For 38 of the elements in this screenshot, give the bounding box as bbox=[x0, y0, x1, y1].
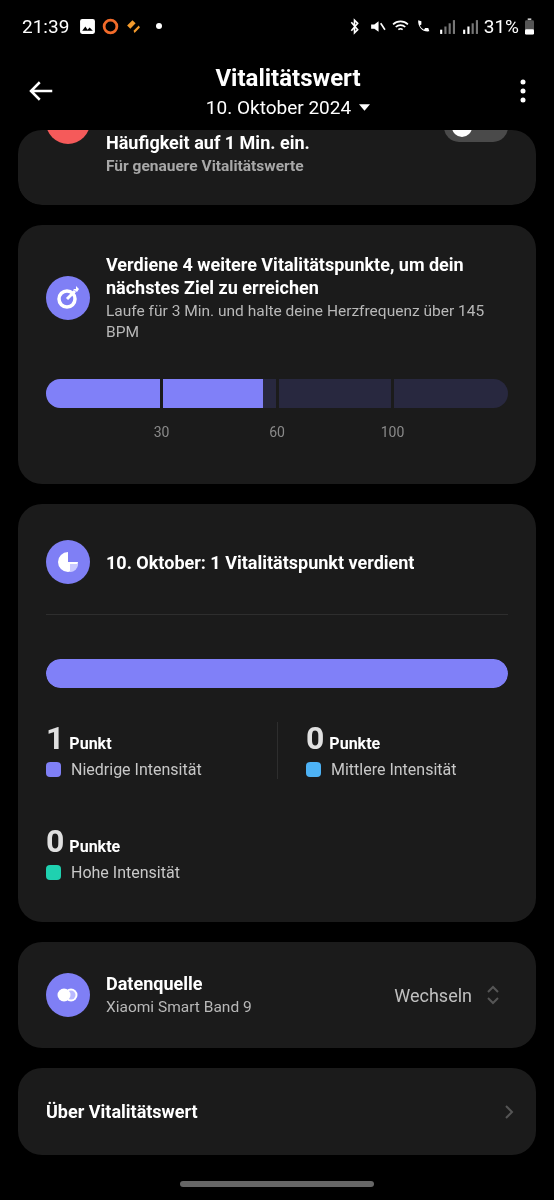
image-icon bbox=[79, 17, 97, 35]
tick-label: 30 bbox=[153, 424, 170, 440]
points-unit: Punkt bbox=[69, 734, 112, 753]
points-unit: Punkte bbox=[69, 837, 121, 856]
points-unit: Punkte bbox=[329, 734, 381, 753]
intensity-label: Hohe Intensität bbox=[71, 863, 180, 882]
goal-description: Laufe für 3 Min. und halte deine Herzfrequenz über 145 BPM bbox=[106, 301, 486, 343]
points-value: 1 bbox=[46, 722, 65, 754]
data-source-title: Datenquelle bbox=[106, 972, 204, 995]
pie-chart-icon bbox=[46, 540, 90, 584]
caret-down-icon bbox=[359, 103, 371, 111]
tick-label: 100 bbox=[380, 424, 405, 440]
screen-title: Vitalitätswert bbox=[215, 63, 361, 92]
setting-title: Häufigkeit auf 1 Min. ein. bbox=[106, 131, 311, 154]
data-source-device: Xiaomi Smart Band 9 bbox=[106, 997, 253, 1018]
more-icon bbox=[520, 79, 526, 103]
signal-icon bbox=[437, 17, 455, 35]
goal-title: Verdiene 4 weitere Vitalitätspunkte, um dein nächstes Ziel zu erreichen bbox=[106, 253, 465, 299]
day-summary-title: 10. Oktober: 1 Vitalitätspunkt verdient bbox=[106, 550, 415, 574]
about-row[interactable]: Über Vitalitätswert bbox=[18, 1068, 536, 1155]
intensity-label: Mittlere Intensität bbox=[331, 760, 457, 779]
intensity-label: Niedrige Intensität bbox=[71, 760, 202, 779]
switch-source-button[interactable]: Wechseln bbox=[394, 984, 472, 1006]
toggle-circles-icon bbox=[46, 973, 90, 1017]
battery-percent: 31% bbox=[483, 14, 519, 38]
date-dropdown[interactable]: 10. Oktober 2024 bbox=[205, 95, 371, 119]
signal-icon bbox=[460, 17, 478, 35]
target-icon bbox=[46, 276, 90, 320]
tick-label: 60 bbox=[269, 424, 285, 440]
points-value: 0 bbox=[46, 825, 65, 857]
chevron-right-icon bbox=[504, 1103, 514, 1120]
up-down-icon bbox=[486, 983, 500, 1007]
notification-dot-icon bbox=[156, 23, 163, 29]
points-value: 0 bbox=[306, 722, 325, 754]
battery-icon bbox=[525, 17, 534, 35]
setting-subtitle: Für genauere Vitalitätswerte bbox=[106, 156, 305, 177]
status-time: 21:39 bbox=[22, 14, 70, 38]
ring-icon bbox=[102, 17, 120, 35]
